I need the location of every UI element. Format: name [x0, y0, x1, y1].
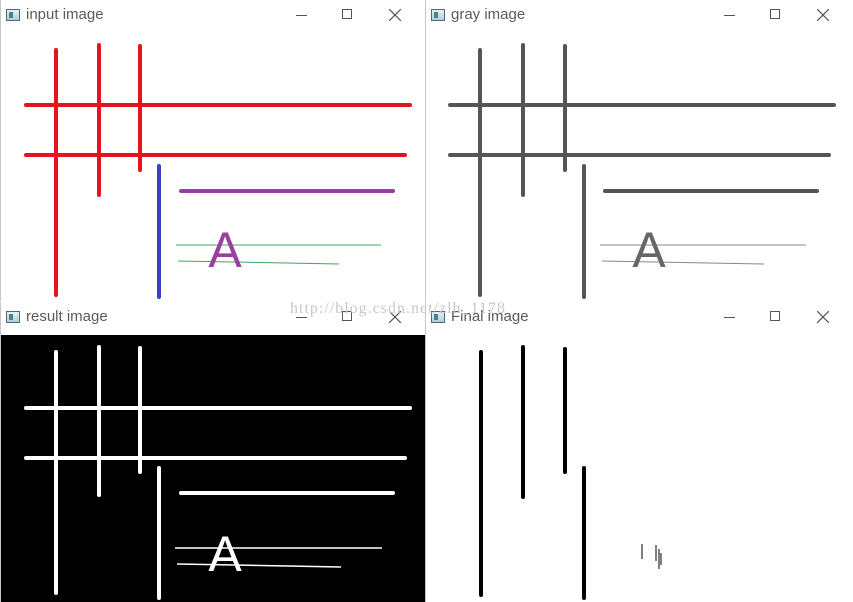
close-button[interactable] [380, 305, 410, 329]
window-title: Final image [451, 308, 529, 325]
window-title: input image [26, 6, 104, 23]
close-icon [389, 9, 401, 21]
window-result-image: result image A [0, 302, 426, 602]
maximize-button[interactable] [761, 305, 791, 329]
window-title: result image [26, 308, 108, 325]
app-icon[interactable] [6, 9, 20, 21]
close-icon [817, 9, 829, 21]
minimize-button[interactable] [287, 3, 317, 27]
maximize-button[interactable] [333, 305, 363, 329]
gray-thin-line [601, 260, 765, 265]
close-icon [817, 311, 829, 323]
maximize-button[interactable] [761, 3, 791, 27]
minimize-button[interactable] [287, 305, 317, 329]
close-button[interactable] [380, 3, 410, 27]
titlebar[interactable]: gray image [426, 0, 853, 32]
minimize-button[interactable] [715, 3, 745, 27]
image-canvas [426, 335, 853, 602]
titlebar[interactable]: result image [1, 302, 425, 334]
canvas-letter: A [208, 222, 242, 278]
image-canvas: A [1, 33, 425, 301]
app-icon[interactable] [6, 311, 20, 323]
titlebar[interactable]: Final image [426, 302, 853, 334]
image-canvas: A [1, 335, 425, 602]
titlebar[interactable]: input image [1, 0, 425, 32]
minimize-button[interactable] [715, 305, 745, 329]
maximize-button[interactable] [333, 3, 363, 27]
close-button[interactable] [808, 305, 838, 329]
window-title: gray image [451, 6, 526, 23]
green-line [177, 260, 340, 265]
app-icon[interactable] [431, 311, 445, 323]
close-button[interactable] [808, 3, 838, 27]
app-icon[interactable] [431, 9, 445, 21]
window-input-image: input image A [0, 0, 426, 301]
image-canvas: A [426, 33, 853, 301]
window-final-image: Final image [425, 302, 853, 602]
canvas-letter: A [632, 222, 666, 278]
close-icon [389, 311, 401, 323]
window-gray-image: gray image A [425, 0, 853, 301]
canvas-letter: A [208, 526, 242, 582]
